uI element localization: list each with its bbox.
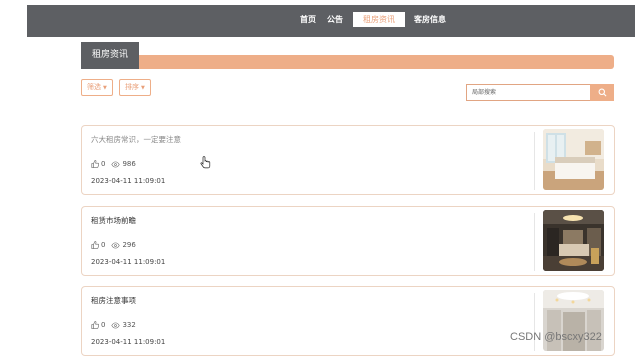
article-card[interactable]: 租赁市场前瞻 0 296 2023-04-11 11:09:01 (81, 206, 615, 276)
article-date: 2023-04-11 11:09:01 (91, 177, 166, 185)
nav-item-room-info[interactable]: 客房信息 (409, 12, 451, 27)
article-card[interactable]: 六大租房常识，一定要注意 0 986 2023-04-11 11:09:01 (81, 125, 615, 195)
like-count: 0 (91, 160, 105, 168)
article-stats: 0 332 (91, 321, 142, 329)
thumb-up-icon (91, 160, 99, 168)
eye-icon (111, 322, 121, 328)
view-count-value: 986 (122, 160, 136, 168)
thumb-up-icon (91, 241, 99, 249)
article-thumbnail[interactable] (543, 129, 604, 190)
search-input[interactable] (466, 84, 590, 101)
nav-item-rental-news[interactable]: 租房资讯 (353, 12, 405, 27)
view-count-value: 332 (122, 321, 136, 329)
eye-icon (111, 242, 121, 248)
mouse-cursor-icon (200, 154, 211, 173)
like-count-value: 0 (101, 160, 106, 168)
section-header-bar (81, 55, 614, 69)
like-count-value: 0 (101, 321, 106, 329)
nav-item-home[interactable]: 首页 (295, 12, 321, 27)
article-stats: 0 986 (91, 160, 142, 168)
article-date: 2023-04-11 11:09:01 (91, 338, 166, 346)
article-card[interactable]: 租房注意事项 0 332 2023-04-11 11:09:01 (81, 286, 615, 356)
sort-button-label: 排序 (125, 83, 139, 91)
card-divider (534, 213, 535, 271)
view-count: 296 (111, 241, 136, 249)
thumb-up-icon (91, 321, 99, 329)
view-count: 332 (111, 321, 136, 329)
card-divider (534, 132, 535, 190)
filter-button[interactable]: 筛选 ▼ (81, 79, 113, 96)
main-nav: 首页 公告 租房资讯 客房信息 (295, 12, 452, 27)
article-title[interactable]: 六大租房常识，一定要注意 (91, 134, 181, 145)
caret-down-icon: ▼ (103, 85, 107, 91)
like-count-value: 0 (101, 241, 106, 249)
view-count-value: 296 (122, 241, 136, 249)
like-count: 0 (91, 321, 105, 329)
article-title[interactable]: 租赁市场前瞻 (91, 215, 136, 226)
sort-button[interactable]: 排序 ▼ (119, 79, 151, 96)
article-stats: 0 296 (91, 241, 142, 249)
section-title: 租房资讯 (81, 42, 139, 69)
search-button[interactable] (590, 84, 614, 101)
eye-icon (111, 161, 121, 167)
article-title[interactable]: 租房注意事项 (91, 295, 136, 306)
caret-down-icon: ▼ (141, 85, 145, 91)
top-nav-bar: 首页 公告 租房资讯 客房信息 (27, 5, 635, 37)
view-count: 986 (111, 160, 136, 168)
nav-item-notice[interactable]: 公告 (322, 12, 348, 27)
watermark-text: CSDN @bscxy322 (510, 331, 602, 343)
search-icon (598, 88, 606, 97)
article-date: 2023-04-11 11:09:01 (91, 258, 166, 266)
article-thumbnail[interactable] (543, 210, 604, 271)
like-count: 0 (91, 241, 105, 249)
filter-button-label: 筛选 (87, 83, 101, 91)
